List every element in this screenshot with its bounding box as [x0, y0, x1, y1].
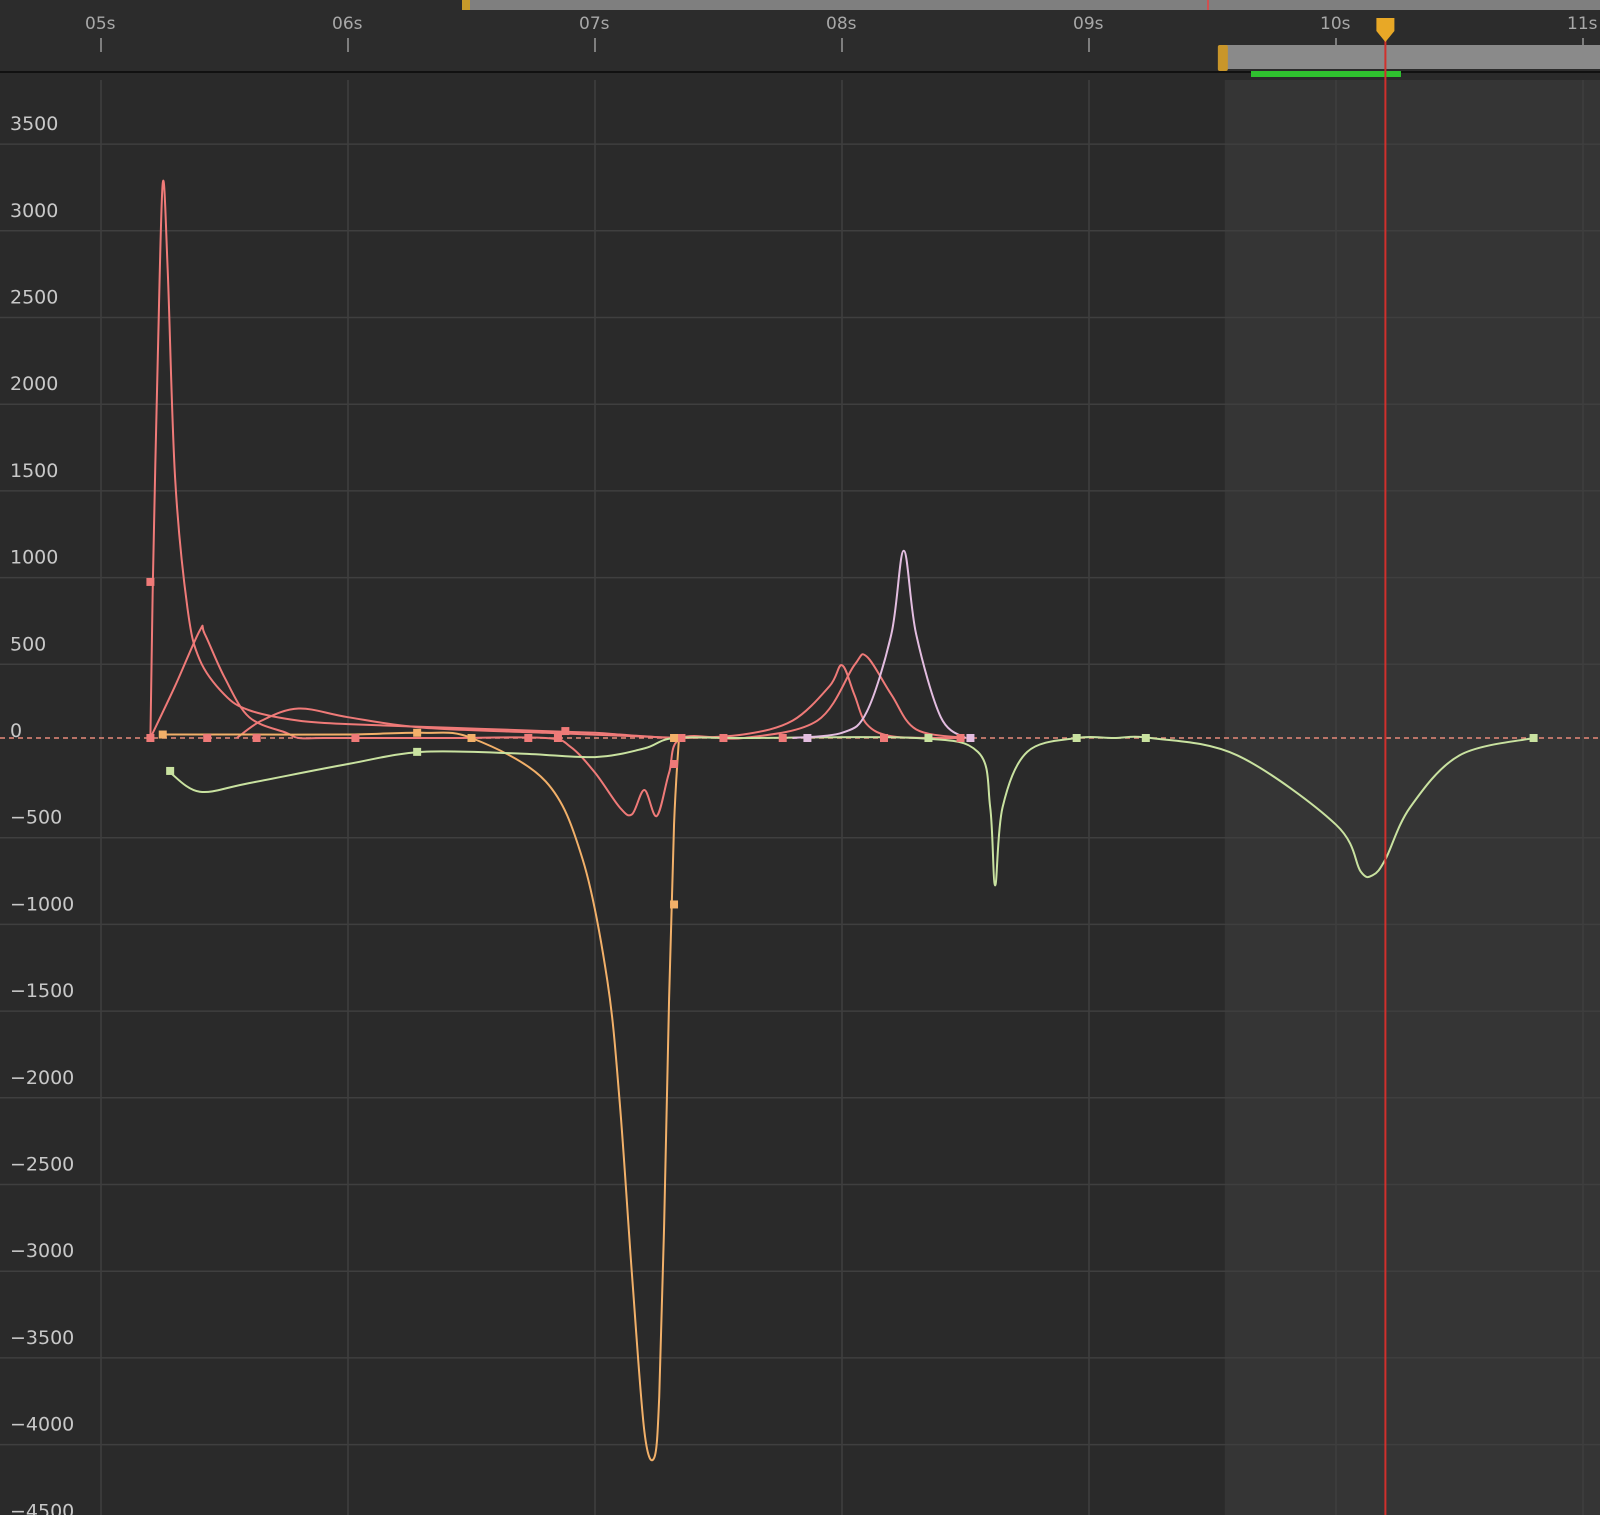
- property-curve[interactable]: [149, 179, 966, 740]
- time-ruler-label: 10s: [1320, 14, 1351, 34]
- keyframe-marker[interactable]: [803, 734, 812, 742]
- keyframe-marker[interactable]: [146, 734, 155, 742]
- keyframe-marker[interactable]: [166, 766, 175, 775]
- keyframe-marker[interactable]: [252, 734, 261, 742]
- keyframe-marker[interactable]: [1141, 734, 1150, 742]
- keyframe-marker[interactable]: [203, 734, 212, 742]
- value-axis-label: 1000: [10, 547, 58, 569]
- value-axis-label: 2000: [10, 373, 58, 395]
- value-axis-label: −4000: [10, 1414, 74, 1436]
- value-axis-label: 1500: [10, 460, 58, 482]
- time-navigator-handle[interactable]: [462, 0, 470, 10]
- value-axis-label: 2500: [10, 287, 58, 309]
- value-axis-label: −1500: [10, 980, 74, 1002]
- keyframe-marker[interactable]: [158, 730, 167, 739]
- keyframe-marker[interactable]: [351, 734, 360, 742]
- keyframe-marker[interactable]: [413, 728, 422, 737]
- keyframe-marker[interactable]: [677, 734, 686, 742]
- keyframe-marker[interactable]: [956, 734, 965, 742]
- keyframe-marker[interactable]: [778, 734, 787, 742]
- keyframe-marker[interactable]: [553, 734, 562, 742]
- value-axis-label: −4500: [10, 1500, 74, 1515]
- value-axis-label: −3000: [10, 1240, 74, 1262]
- keyframe-marker[interactable]: [1072, 734, 1081, 742]
- value-axis-label: −2000: [10, 1067, 74, 1089]
- time-ruler-label: 05s: [85, 14, 116, 34]
- keyframe-marker[interactable]: [966, 734, 975, 742]
- time-ruler-label: 08s: [826, 14, 857, 34]
- time-ruler-label: 07s: [579, 14, 610, 34]
- value-axis-label: 3000: [10, 200, 58, 222]
- keyframe-marker[interactable]: [924, 734, 933, 742]
- property-curve[interactable]: [149, 624, 966, 818]
- keyframe-marker[interactable]: [413, 747, 422, 756]
- time-navigator-bar[interactable]: [467, 0, 1600, 10]
- graph-canvas[interactable]: 3500300025002000150010005000−500−1000−15…: [0, 0, 1600, 1515]
- keyframe-marker[interactable]: [561, 727, 570, 736]
- cache-render-bar: [1251, 71, 1401, 77]
- keyframe-marker[interactable]: [879, 734, 888, 742]
- keyframe-marker[interactable]: [524, 734, 533, 742]
- value-axis-label: 3500: [10, 113, 58, 135]
- grip-handle-icon[interactable]: [1217, 45, 1228, 71]
- time-ruler-label: 11s: [1567, 14, 1598, 34]
- keyframe-marker[interactable]: [467, 734, 476, 742]
- value-axis-label: 500: [10, 633, 46, 655]
- time-ruler-label: 09s: [1073, 14, 1104, 34]
- value-axis-label: −500: [10, 807, 62, 829]
- time-ruler-label: 06s: [332, 14, 363, 34]
- out-of-work-area-region: [1224, 80, 1600, 1515]
- value-axis-label: −1000: [10, 893, 74, 915]
- property-curve[interactable]: [792, 549, 967, 739]
- property-curve[interactable]: [162, 731, 680, 1462]
- value-axis-label: −3500: [10, 1327, 74, 1349]
- keyframe-marker[interactable]: [146, 577, 155, 586]
- keyframe-marker[interactable]: [670, 734, 679, 742]
- keyframe-marker[interactable]: [670, 900, 679, 909]
- keyframe-marker[interactable]: [719, 734, 728, 742]
- value-axis-label: −2500: [10, 1154, 74, 1176]
- keyframe-marker[interactable]: [1529, 734, 1538, 742]
- graph-editor[interactable]: 3500 3000 2500 2000 1500 1000 500 0 −500 −1000 −15…: [0, 0, 1600, 1515]
- work-area-bar[interactable]: [1224, 45, 1600, 69]
- keyframe-marker[interactable]: [670, 760, 679, 769]
